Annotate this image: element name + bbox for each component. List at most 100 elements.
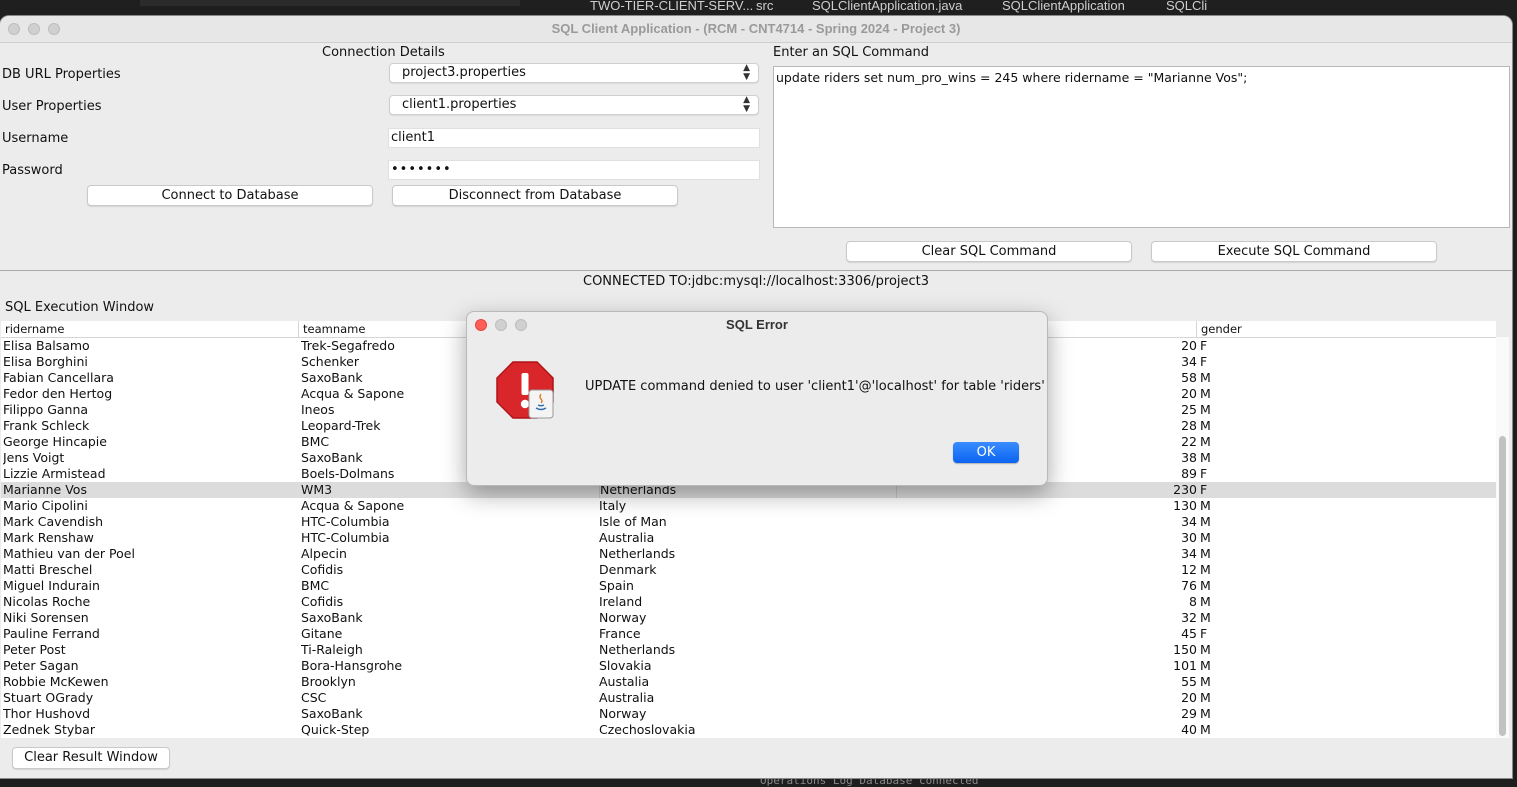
table-cell: M: [1200, 450, 1211, 465]
clear-sql-button[interactable]: Clear SQL Command: [846, 241, 1132, 262]
table-row[interactable]: Mathieu van der Poel Alpecin Netherlands 34…: [1, 546, 1496, 562]
table-cell: M: [1200, 658, 1211, 673]
clear-result-button[interactable]: Clear Result Window: [12, 747, 170, 769]
table-cell: M: [1200, 642, 1211, 657]
table-cell: Frank Schleck: [3, 418, 90, 433]
table-row[interactable]: Peter Sagan Bora-Hansgrohe Slovakia 101 M: [1, 658, 1496, 674]
table-cell: F: [1200, 466, 1208, 481]
table-cell: Nicolas Roche: [3, 594, 91, 609]
table-cell: 30: [1181, 530, 1197, 545]
table-cell: Czechoslovakia: [599, 722, 696, 737]
table-cell: M: [1200, 722, 1211, 737]
table-cell: Cofidis: [301, 562, 344, 577]
table-cell: CSC: [301, 690, 327, 705]
sql-execution-heading: SQL Execution Window: [5, 300, 155, 315]
table-cell: 12: [1181, 562, 1197, 577]
table-row[interactable]: Mark Cavendish HTC-Columbia Isle of Man 34 M: [1, 514, 1496, 530]
main-window: SQL Client Application - (RCM - CNT4714 …: [0, 16, 1512, 778]
table-cell: Netherlands: [599, 546, 676, 561]
username-field[interactable]: client1: [388, 128, 760, 148]
column-header[interactable]: gender: [1197, 321, 1496, 337]
table-cell: Matti Breschel: [3, 562, 93, 577]
table-row[interactable]: Mario Cipolini Acqua & Sapone Italy 130 M: [1, 498, 1496, 514]
window-zoom-button[interactable]: [48, 23, 60, 35]
table-cell: Lizzie Armistead: [3, 466, 106, 481]
connect-button[interactable]: Connect to Database: [87, 185, 373, 206]
table-cell: Fedor den Hertog: [3, 386, 113, 401]
sql-command-textarea[interactable]: update riders set num_pro_wins = 245 whe…: [773, 66, 1510, 228]
sql-command-heading: Enter an SQL Command: [773, 45, 930, 60]
table-cell: Mark Cavendish: [3, 514, 104, 529]
panel-divider: [0, 270, 1512, 271]
table-cell: Alpecin: [301, 546, 347, 561]
table-cell: Stuart OGrady: [3, 690, 94, 705]
table-cell: George Hincapie: [3, 434, 107, 449]
table-cell: Mario Cipolini: [3, 498, 88, 513]
table-cell: 40: [1181, 722, 1197, 737]
db-url-combobox[interactable]: project3.properties ▲ ▼: [389, 63, 759, 83]
table-cell: Fabian Cancellara: [3, 370, 114, 385]
table-cell: SaxoBank: [301, 610, 363, 625]
table-row[interactable]: Stuart OGrady CSC Australia 20 M: [1, 690, 1496, 706]
table-cell: M: [1200, 546, 1211, 561]
table-row[interactable]: Matti Breschel Cofidis Denmark 12 M: [1, 562, 1496, 578]
ok-button[interactable]: OK: [953, 442, 1019, 463]
table-row[interactable]: Thor Hushovd SaxoBank Norway 29 M: [1, 706, 1496, 722]
table-cell: M: [1200, 562, 1211, 577]
table-cell: Australia: [599, 530, 655, 545]
table-row[interactable]: Niki Sorensen SaxoBank Norway 32 M: [1, 610, 1496, 626]
table-cell: M: [1200, 578, 1211, 593]
table-cell: M: [1200, 418, 1211, 433]
table-cell: Filippo Ganna: [3, 402, 89, 417]
table-row[interactable]: Miguel Indurain BMC Spain 76 M: [1, 578, 1496, 594]
chevron-updown-icon: ▲ ▼: [743, 63, 750, 82]
background-tab-strip: [140, 0, 520, 6]
user-properties-combobox[interactable]: client1.properties ▲ ▼: [389, 95, 759, 115]
background-file-tab: SQLClientApplication.java: [812, 0, 963, 13]
table-row[interactable]: Pauline Ferrand Gitane France 45 F: [1, 626, 1496, 642]
execute-sql-button[interactable]: Execute SQL Command: [1151, 241, 1437, 262]
chevron-updown-icon: ▲ ▼: [743, 95, 750, 114]
table-row[interactable]: Robbie McKewen Brooklyn Austalia 55 M: [1, 674, 1496, 690]
disconnect-button[interactable]: Disconnect from Database: [392, 185, 678, 206]
table-cell: 76: [1181, 578, 1197, 593]
table-cell: Pauline Ferrand: [3, 626, 100, 641]
results-scrollbar-thumb[interactable]: [1499, 436, 1506, 736]
password-field[interactable]: •••••••: [388, 160, 760, 180]
table-cell: 101: [1173, 658, 1197, 673]
table-cell: 8: [1189, 594, 1197, 609]
connection-details-heading: Connection Details: [322, 45, 445, 60]
table-cell: 34: [1181, 514, 1197, 529]
table-cell: M: [1200, 514, 1211, 529]
table-cell: Italy: [599, 498, 627, 513]
dialog-close-button[interactable]: [475, 319, 487, 331]
table-cell: BMC: [301, 578, 330, 593]
table-row[interactable]: Nicolas Roche Cofidis Ireland 8 M: [1, 594, 1496, 610]
table-cell: M: [1200, 674, 1211, 689]
sql-error-dialog: SQL Error UPDATE command denied to user …: [466, 311, 1048, 486]
table-cell: F: [1200, 354, 1208, 369]
table-cell: M: [1200, 386, 1211, 401]
table-cell: Mark Renshaw: [3, 530, 94, 545]
table-cell: Brooklyn: [301, 674, 356, 689]
connection-status: CONNECTED TO:jdbc:mysql://localhost:3306…: [583, 274, 930, 289]
table-row[interactable]: Mark Renshaw HTC-Columbia Australia 30 M: [1, 530, 1496, 546]
table-cell: Mathieu van der Poel: [3, 546, 135, 561]
user-properties-label: User Properties: [2, 99, 102, 114]
column-header[interactable]: ridername: [1, 321, 299, 337]
background-project-folder: TWO-TIER-CLIENT-SERV...: [590, 0, 754, 13]
table-row[interactable]: Zednek Stybar Quick-Step Czechoslovakia 40 M: [1, 722, 1496, 738]
table-cell: Peter Post: [3, 642, 66, 657]
table-cell: M: [1200, 370, 1211, 385]
table-row[interactable]: Peter Post Ti-Raleigh Netherlands 150 M: [1, 642, 1496, 658]
user-properties-value: client1.properties: [402, 97, 517, 112]
table-cell: 55: [1181, 674, 1197, 689]
window-close-button[interactable]: [8, 23, 20, 35]
table-cell: HTC-Columbia: [301, 530, 390, 545]
dialog-title: SQL Error: [726, 317, 788, 332]
db-url-value: project3.properties: [402, 65, 526, 80]
table-cell: Netherlands: [599, 642, 676, 657]
table-cell: Marianne Vos: [3, 482, 87, 497]
table-cell: Quick-Step: [301, 722, 370, 737]
window-minimize-button[interactable]: [28, 23, 40, 35]
